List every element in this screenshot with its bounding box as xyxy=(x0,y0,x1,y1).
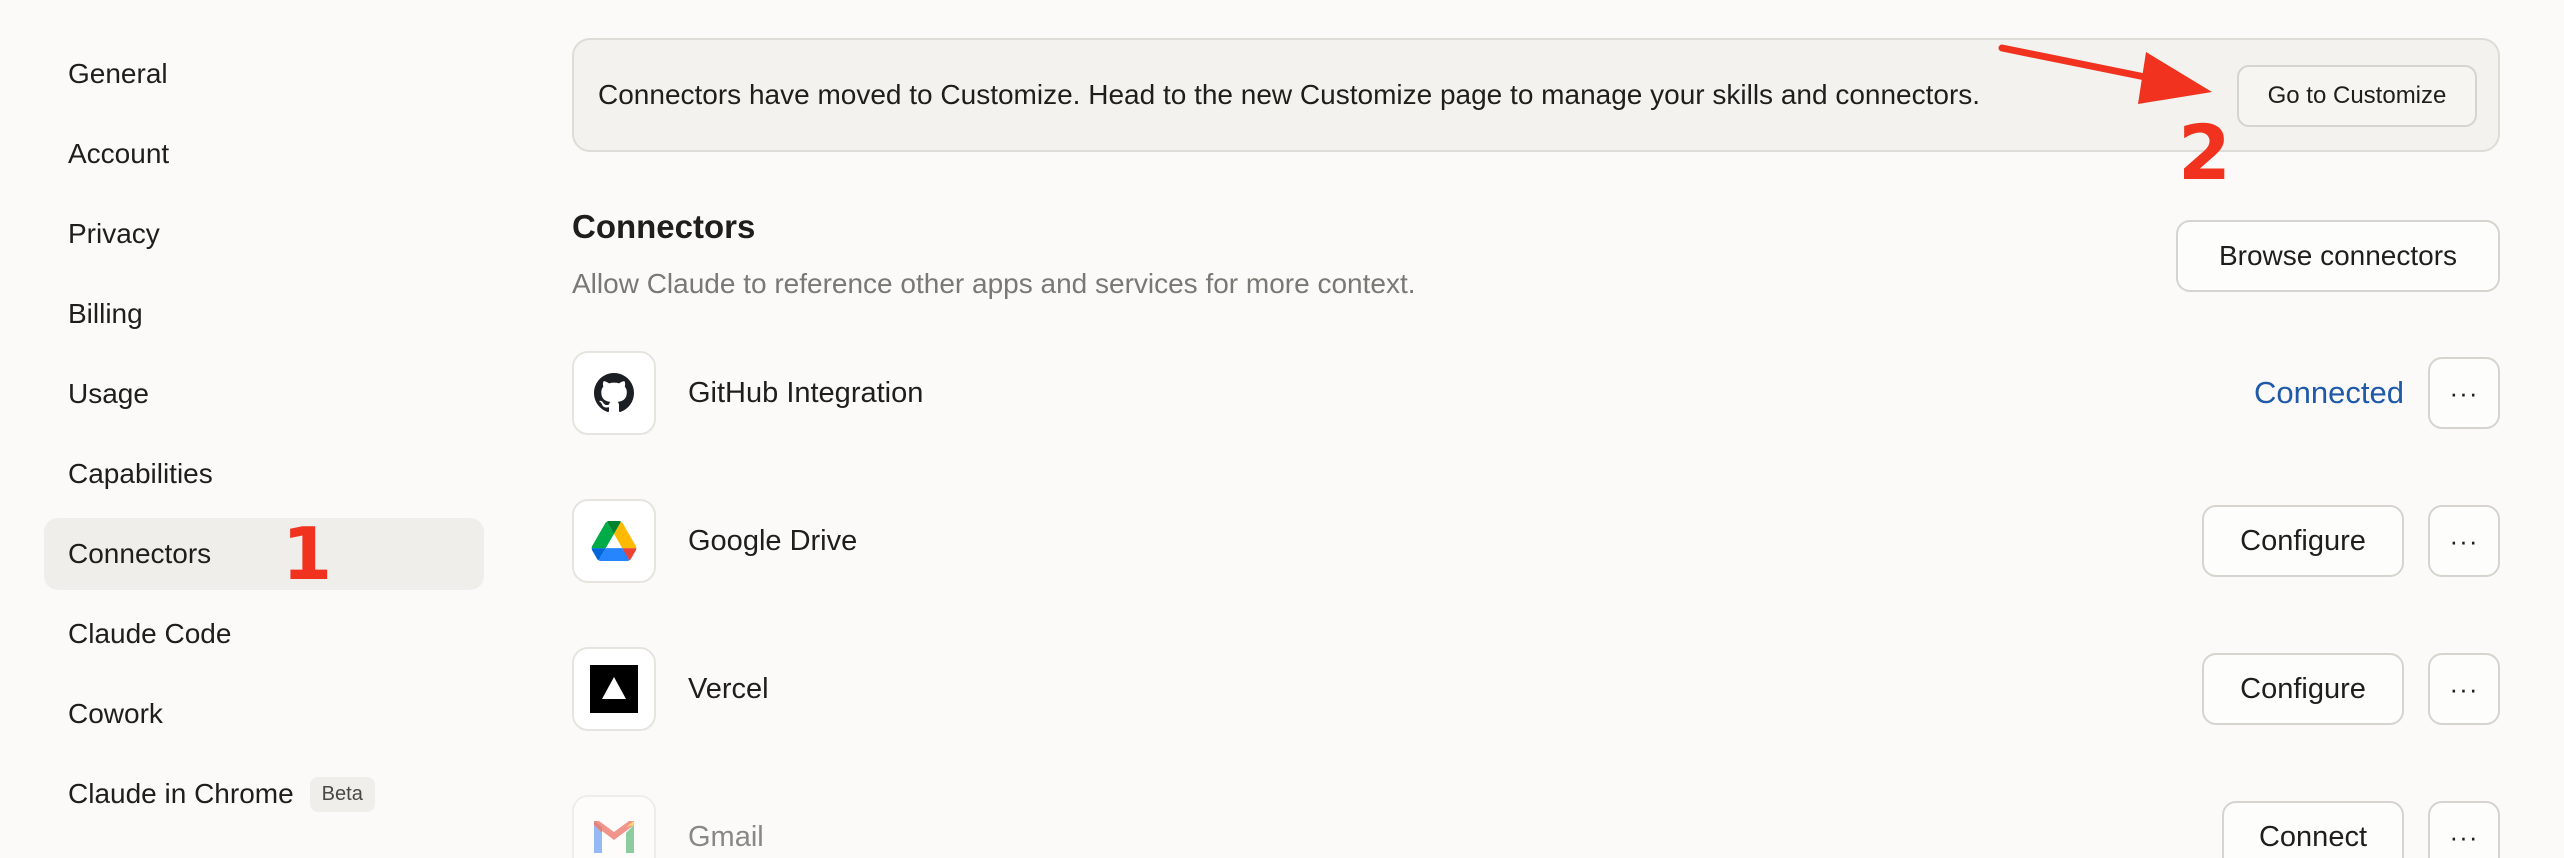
settings-page: General Account Privacy Billing Usage Ca… xyxy=(0,0,2564,858)
annotation-arrow-icon xyxy=(1998,44,2212,104)
